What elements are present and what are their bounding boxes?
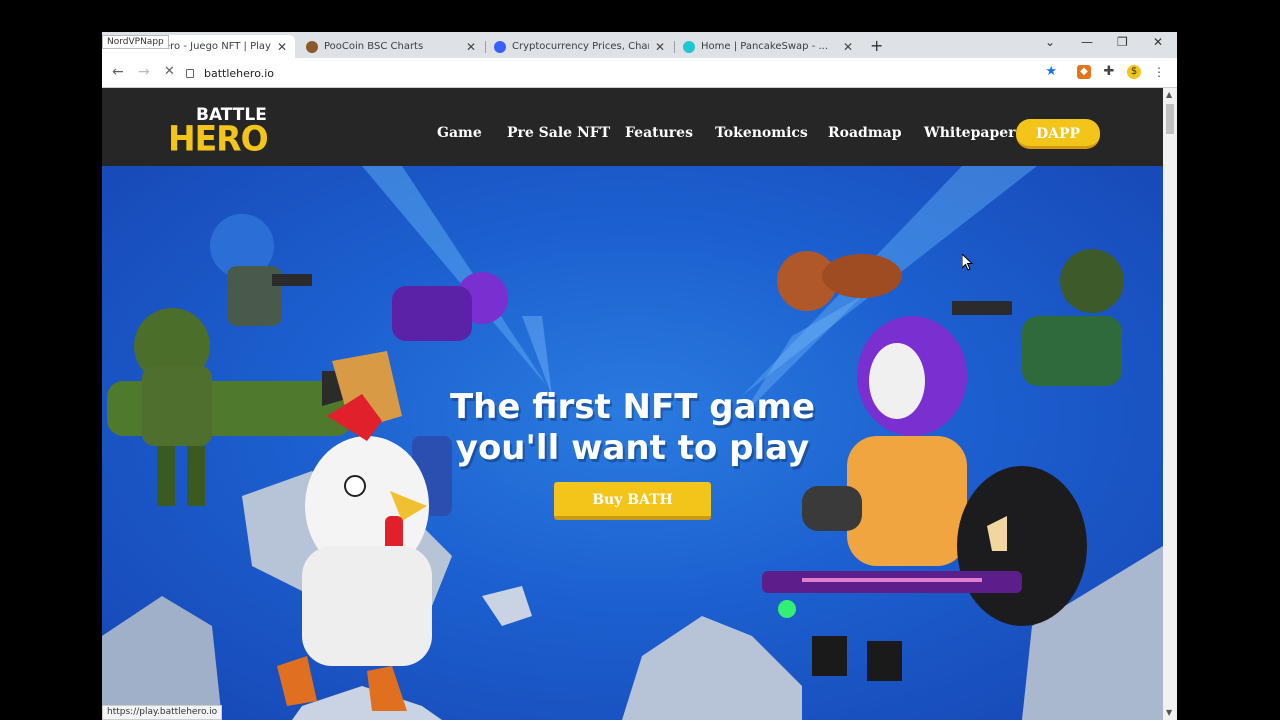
chicken-leg: [367, 666, 407, 711]
chicken-eye: [344, 475, 366, 497]
url-text: battlehero.io: [204, 66, 275, 80]
rock: [622, 616, 802, 720]
scroll-thumb[interactable]: [1166, 104, 1174, 134]
tab-strip: NordVPNapp ero - Juego NFT | Play to ✕ P…: [102, 32, 1177, 58]
tab-search-button[interactable]: ⌄: [1045, 35, 1055, 49]
site-header: BATTLE HERO Game Pre Sale NFT Features T…: [102, 88, 1163, 166]
pistol: [952, 301, 1012, 315]
tab-title: ero - Juego NFT | Play to: [164, 41, 271, 52]
tab-title: PooCoin BSC Charts: [324, 41, 424, 52]
scroll-down-arrow-icon[interactable]: ▼: [1166, 708, 1172, 717]
gas-mask: [802, 486, 862, 531]
extensions-puzzle-icon[interactable]: ✚: [1102, 65, 1116, 79]
tab-poocoin[interactable]: PooCoin BSC Charts ✕: [298, 35, 484, 58]
close-icon[interactable]: ✕: [655, 40, 665, 54]
rock: [482, 586, 532, 626]
status-bar-url: https://play.battlehero.io: [102, 705, 223, 720]
dapp-button[interactable]: DAPP: [1016, 119, 1100, 149]
nav-game[interactable]: Game: [437, 125, 482, 141]
hero-headline: The first NFT game you'll want to play: [102, 387, 1163, 469]
chicken-body: [302, 546, 432, 666]
battle-hero-logo[interactable]: BATTLE HERO: [168, 105, 282, 159]
metamask-extension-icon[interactable]: ◆: [1077, 65, 1091, 79]
rifle-glow: [778, 600, 796, 618]
lock-icon: [186, 68, 194, 78]
nav-tokenomics[interactable]: Tokenomics: [715, 125, 808, 141]
mouse-cursor-icon: [962, 254, 974, 271]
tab-title: Cryptocurrency Prices, Charts An: [512, 41, 649, 52]
minimize-button[interactable]: —: [1081, 35, 1093, 49]
nav-roadmap[interactable]: Roadmap: [828, 125, 902, 141]
back-button[interactable]: ←: [112, 64, 124, 80]
new-tab-button[interactable]: +: [870, 36, 883, 55]
chicken-leg: [277, 656, 317, 706]
stop-loading-button[interactable]: ✕: [164, 64, 175, 79]
ninja-body: [392, 286, 472, 341]
restore-button[interactable]: ❐: [1117, 35, 1128, 49]
logo-hero-text: HERO: [168, 118, 269, 159]
nav-whitepaper[interactable]: Whitepaper: [924, 125, 1016, 141]
soldier-body: [1022, 316, 1122, 386]
hero-section: The first NFT game you'll want to play B…: [102, 166, 1163, 720]
page-scrollbar[interactable]: ▲ ▼: [1163, 88, 1177, 720]
nordvpn-overlay-label: NordVPNapp: [102, 35, 169, 49]
web-page: BATTLE HERO Game Pre Sale NFT Features T…: [102, 88, 1163, 720]
tab-coinmarketcap[interactable]: Cryptocurrency Prices, Charts An ✕: [486, 35, 673, 58]
boot: [812, 636, 847, 676]
boot: [867, 641, 902, 681]
rifle-stripe: [802, 578, 982, 582]
light-ray: [362, 166, 547, 386]
tab-title: Home | PancakeSwap - ...: [701, 41, 829, 52]
close-icon[interactable]: ✕: [277, 40, 287, 54]
nav-presale-nft[interactable]: Pre Sale NFT: [507, 125, 610, 141]
poocoin-favicon-icon: [306, 40, 318, 53]
headline-line-1: The first NFT game: [449, 387, 816, 427]
soldier-helmet: [1060, 249, 1124, 313]
black-ninja: [957, 466, 1087, 626]
menu-kebab-icon[interactable]: ⋮: [1152, 65, 1166, 79]
forward-button[interactable]: →: [138, 64, 150, 80]
rock: [102, 596, 222, 720]
headline-line-2: you'll want to play: [455, 428, 810, 468]
pistol: [272, 274, 312, 286]
scroll-up-arrow-icon[interactable]: ▲: [1166, 90, 1172, 99]
bear-body: [822, 254, 902, 298]
close-icon[interactable]: ✕: [843, 40, 853, 54]
browser-toolbar: ← → ✕ battlehero.io ★ ◆ ✚ $ ⋮: [102, 58, 1177, 88]
browser-window: NordVPNapp ero - Juego NFT | Play to ✕ P…: [102, 32, 1177, 720]
extension-coin-icon[interactable]: $: [1127, 65, 1141, 79]
coinmarketcap-favicon-icon: [494, 40, 506, 53]
pancakeswap-favicon-icon: [683, 40, 695, 53]
buy-bath-button[interactable]: Buy BATH: [554, 482, 711, 520]
nav-features[interactable]: Features: [625, 125, 693, 141]
close-icon[interactable]: ✕: [466, 40, 476, 54]
bookmark-star-icon[interactable]: ★: [1045, 64, 1057, 79]
close-window-button[interactable]: ✕: [1153, 35, 1163, 49]
tab-pancakeswap[interactable]: Home | PancakeSwap - ... ✕: [675, 35, 861, 58]
address-bar[interactable]: battlehero.io: [186, 62, 1066, 84]
